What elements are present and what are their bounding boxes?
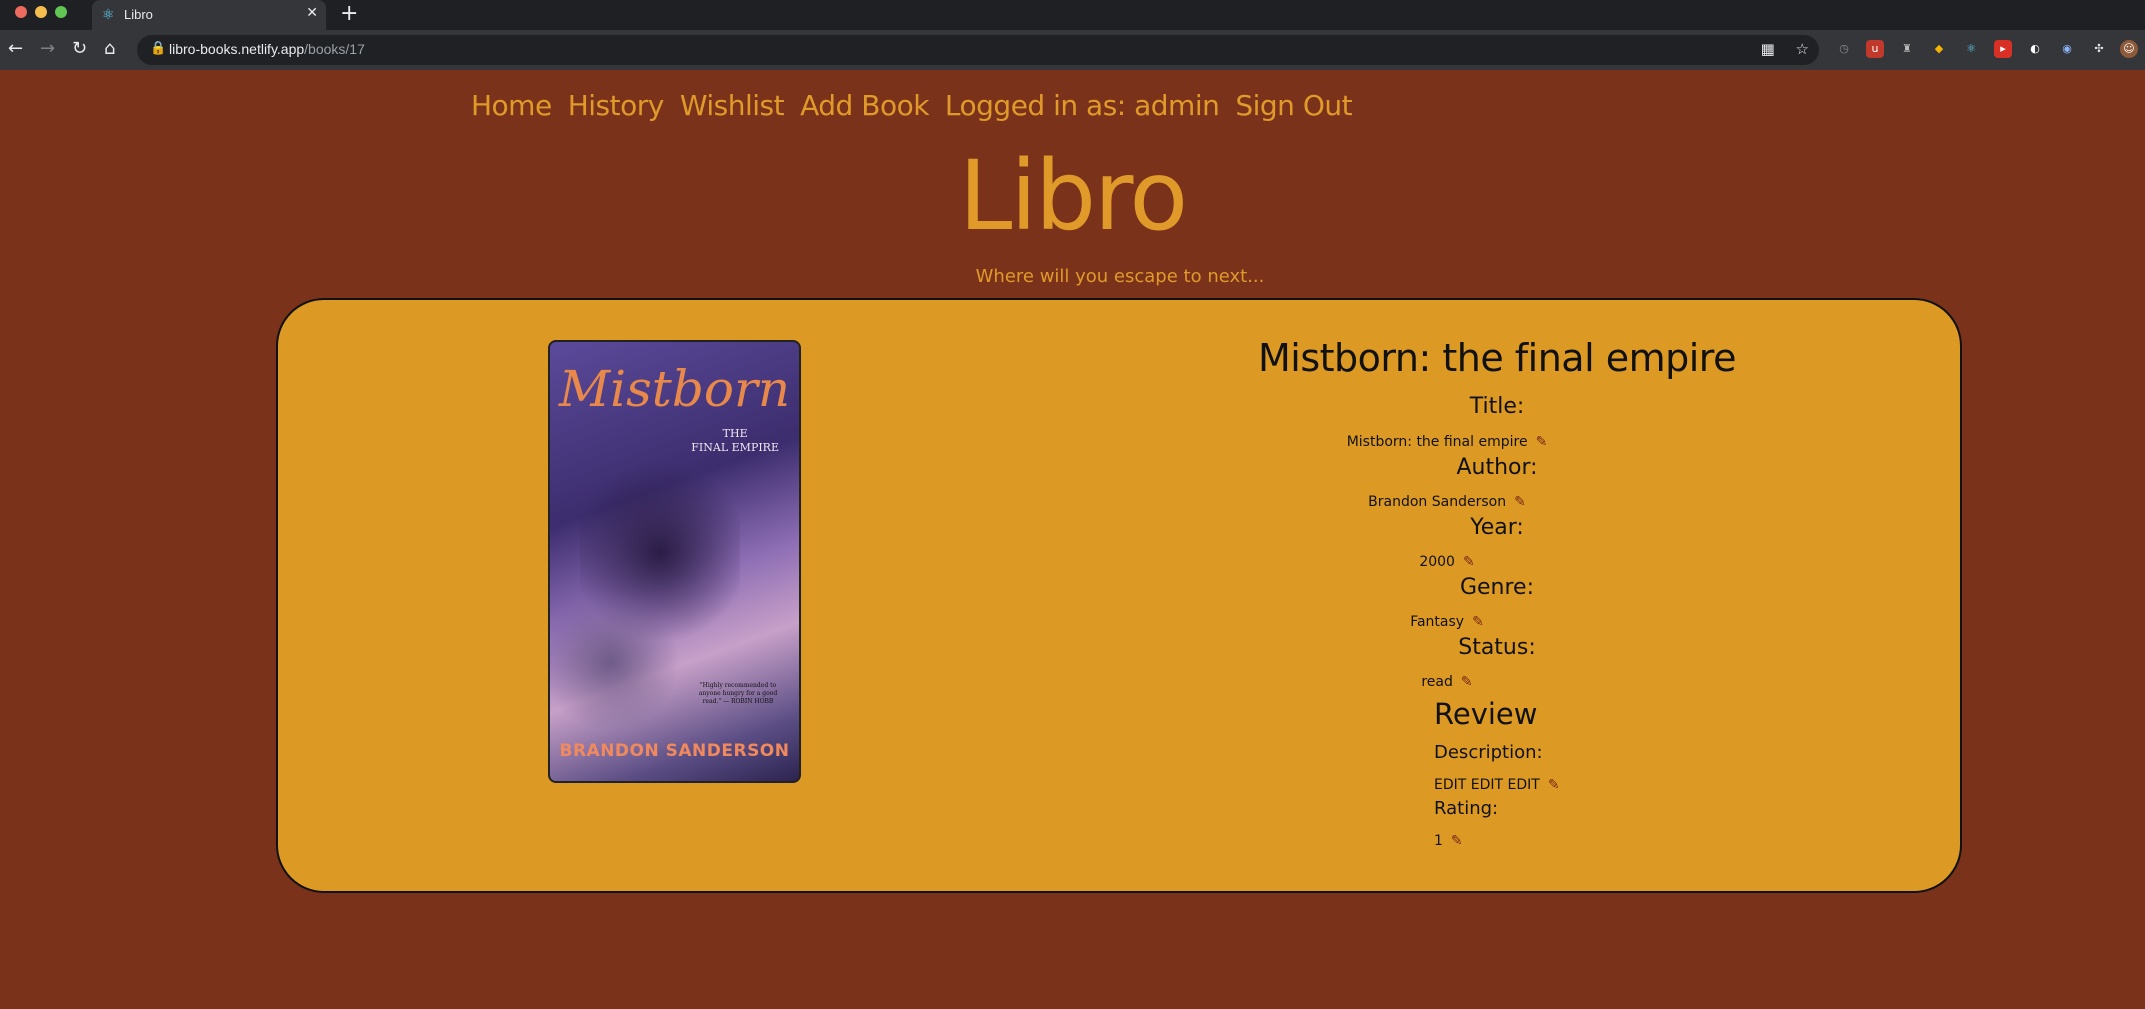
nav-add-book-link[interactable]: Add Book — [800, 86, 929, 126]
year-label: Year: — [1470, 515, 1524, 540]
book-heading: Mistborn: the final empire — [1258, 336, 1736, 380]
lock-icon: 🔒 — [150, 41, 167, 56]
cover-quote: "Highly recommended to anyone hungry for… — [698, 682, 778, 705]
site-tagline: Where will you escape to next... — [975, 266, 1265, 287]
rating-label: Rating: — [1434, 798, 1499, 819]
address-bar[interactable]: 🔒 libro-books.netlify.app/books/17 ▦ ☆ — [137, 35, 1819, 65]
pencil-icon[interactable]: ✎ — [1461, 674, 1473, 690]
browser-tab-bar: ⚛ Libro ✕ + — [0, 0, 2145, 30]
qr-code-icon[interactable]: ▦ — [1761, 40, 1775, 58]
home-icon[interactable]: ⌂ — [104, 38, 115, 60]
browser-toolbar: ← → ↻ ⌂ 🔒 libro-books.netlify.app/books/… — [0, 30, 2145, 70]
extension-video-icon[interactable]: ▸ — [1994, 40, 2012, 58]
reload-icon[interactable]: ↻ — [72, 38, 87, 60]
genre-label: Genre: — [1459, 575, 1535, 600]
rating-value: 1 ✎ — [1434, 833, 1463, 849]
extension-ublock-icon[interactable]: u — [1866, 40, 1884, 58]
window-maximize-button[interactable] — [55, 6, 67, 18]
book-cover-image: Mistborn THE FINAL EMPIRE "Highly recomm… — [548, 340, 801, 783]
nav-history-link[interactable]: History — [568, 86, 665, 126]
description-value: EDIT EDIT EDIT ✎ — [1434, 777, 1560, 793]
description-label: Description: — [1434, 742, 1543, 763]
pencil-icon[interactable]: ✎ — [1463, 554, 1475, 570]
nav-wishlist-link[interactable]: Wishlist — [680, 86, 785, 126]
window-minimize-button[interactable] — [35, 6, 47, 18]
review-heading: Review — [1434, 697, 1538, 731]
nav-sign-out-link[interactable]: Sign Out — [1235, 86, 1352, 126]
site-logo: Libro — [958, 140, 1188, 252]
extension-compass-icon[interactable]: ◐ — [2026, 40, 2044, 58]
author-value: Brandon Sanderson ✎ — [1368, 494, 1526, 510]
bookmark-star-icon[interactable]: ☆ — [1796, 40, 1809, 58]
tab-close-icon[interactable]: ✕ — [306, 5, 318, 21]
tab-title: Libro — [124, 7, 153, 22]
genre-value: Fantasy ✎ — [1410, 614, 1484, 630]
pencil-icon[interactable]: ✎ — [1514, 494, 1526, 510]
pencil-icon[interactable]: ✎ — [1451, 833, 1463, 849]
extension-colorpicker-icon[interactable]: ◆ — [1930, 40, 1948, 58]
title-value: Mistborn: the final empire ✎ — [1346, 434, 1548, 450]
pencil-icon[interactable]: ✎ — [1536, 434, 1548, 450]
nav-home-link[interactable]: Home — [471, 86, 552, 126]
cover-title: Mistborn — [558, 360, 791, 418]
status-label: Status: — [1458, 635, 1536, 660]
new-tab-button[interactable]: + — [340, 2, 358, 26]
cover-subtitle: THE FINAL EMPIRE — [691, 427, 779, 454]
cover-author: BRANDON SANDERSON — [559, 741, 790, 761]
title-label: Title: — [1469, 394, 1525, 419]
react-icon: ⚛ — [102, 7, 115, 23]
url-text: libro-books.netlify.app/books/17 — [169, 41, 365, 57]
extensions-puzzle-icon[interactable]: ✣ — [2090, 40, 2108, 58]
year-value: 2000 ✎ — [1419, 554, 1475, 570]
browser-tab[interactable]: ⚛ Libro ✕ — [92, 0, 326, 30]
extension-ghost-icon[interactable]: ♜ — [1898, 40, 1916, 58]
forward-icon[interactable]: → — [40, 38, 55, 60]
extension-react-icon[interactable]: ⚛ — [1962, 40, 1980, 58]
site-nav: Home History Wishlist Add Book Logged in… — [471, 86, 1353, 126]
window-close-button[interactable] — [15, 6, 27, 18]
status-value: read ✎ — [1421, 674, 1473, 690]
extension-circle-icon[interactable]: ◉ — [2058, 40, 2076, 58]
back-icon[interactable]: ← — [8, 38, 23, 60]
author-label: Author: — [1456, 455, 1538, 480]
pencil-icon[interactable]: ✎ — [1548, 777, 1560, 793]
profile-avatar[interactable]: ☺ — [2120, 40, 2138, 58]
extension-clock-icon[interactable]: ◷ — [1835, 40, 1853, 58]
pencil-icon[interactable]: ✎ — [1472, 614, 1484, 630]
nav-logged-in-user[interactable]: Logged in as: admin — [945, 86, 1220, 126]
